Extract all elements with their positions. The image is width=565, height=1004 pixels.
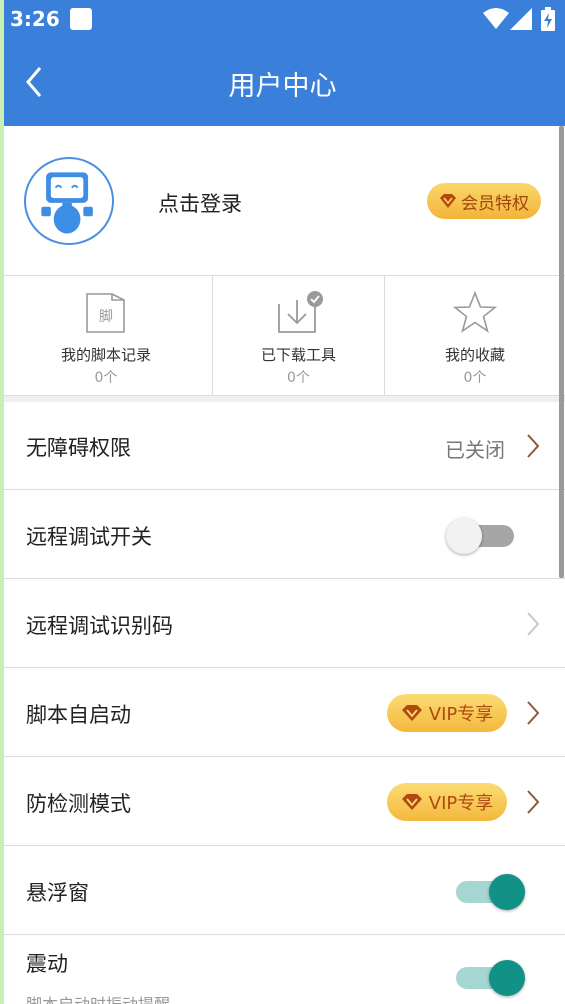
vip-badge-label: VIP专享 — [428, 793, 494, 814]
chevron-right-icon — [527, 434, 540, 458]
setting-label: 远程调试识别码 — [26, 614, 173, 638]
vip-exclusive-badge: VIP专享 — [387, 694, 507, 732]
wifi-icon — [483, 8, 509, 29]
setting-floating-window: 悬浮窗 — [0, 847, 565, 935]
shortcut-label: 已下载工具 — [260, 346, 336, 364]
shortcut-bar: 脚 我的脚本记录 0个 已下载工具 0个 我的收藏 0个 — [0, 276, 565, 396]
setting-label: 脚本自启动 — [26, 703, 131, 727]
left-edge-accent — [0, 0, 4, 1004]
vip-badge-label: VIP专享 — [428, 704, 494, 725]
toggle-thumb[interactable] — [446, 518, 482, 554]
setting-label: 远程调试开关 — [26, 525, 152, 549]
chevron-right-icon — [527, 612, 540, 636]
battery-charging-icon — [541, 7, 555, 31]
shortcut-label: 我的收藏 — [444, 346, 505, 364]
diamond-icon — [401, 794, 422, 810]
setting-value: 已关闭 — [445, 438, 505, 462]
login-link[interactable]: 点击登录 — [158, 188, 242, 218]
setting-anti-detection-mode[interactable]: 防检测模式 VIP专享 — [0, 758, 565, 846]
setting-label: 无障碍权限 — [26, 436, 131, 460]
script-file-icon-text: 脚 — [99, 309, 113, 325]
toggle-thumb[interactable] — [489, 960, 525, 996]
setting-vibration: 震动 脚本启动时振动提醒 — [0, 936, 565, 1004]
robot-avatar-icon — [41, 172, 93, 234]
vip-privileges-label: 会员特权 — [461, 193, 529, 214]
setting-label: 震动 — [26, 952, 68, 976]
setting-sublabel: 脚本启动时振动提醒 — [26, 991, 170, 1004]
shortcut-script-records[interactable]: 脚 我的脚本记录 0个 — [0, 276, 213, 396]
toggle-thumb[interactable] — [489, 874, 525, 910]
shortcut-count: 0个 — [287, 370, 310, 386]
shortcut-count: 0个 — [94, 370, 118, 386]
profile-section[interactable]: 点击登录 会员特权 — [0, 126, 565, 276]
shortcut-label: 我的脚本记录 — [60, 346, 151, 364]
diamond-icon — [401, 705, 422, 721]
setting-remote-debug-code[interactable]: 远程调试识别码 — [0, 580, 565, 668]
script-file-icon: 脚 — [86, 293, 125, 333]
star-icon — [452, 290, 498, 333]
avatar[interactable] — [24, 157, 114, 245]
shortcut-downloaded-tools[interactable]: 已下载工具 0个 — [213, 276, 385, 396]
shortcut-count: 0个 — [463, 370, 487, 386]
page-title: 用户中心 — [228, 71, 337, 102]
scrollbar[interactable] — [559, 126, 564, 578]
setting-accessibility-permission[interactable]: 无障碍权限 已关闭 — [0, 402, 565, 490]
app-bar: 用户中心 — [0, 40, 565, 126]
signal-icon — [510, 8, 532, 30]
setting-label: 防检测模式 — [26, 792, 131, 816]
shortcut-favorites[interactable]: 我的收藏 0个 — [385, 276, 565, 396]
vip-exclusive-badge: VIP专享 — [387, 783, 507, 821]
chevron-right-icon — [527, 790, 540, 814]
setting-label: 悬浮窗 — [26, 881, 89, 905]
download-tool-icon — [277, 291, 323, 333]
diamond-icon — [440, 194, 456, 208]
setting-remote-debug-switch: 远程调试开关 — [0, 491, 565, 579]
chevron-right-icon — [527, 701, 540, 725]
status-time: 3:26 — [10, 7, 60, 31]
vip-privileges-button[interactable]: 会员特权 — [427, 183, 541, 219]
setting-script-autostart[interactable]: 脚本自启动 VIP专享 — [0, 669, 565, 757]
status-bar: 3:26 — [0, 0, 565, 40]
notification-icon — [70, 8, 92, 30]
